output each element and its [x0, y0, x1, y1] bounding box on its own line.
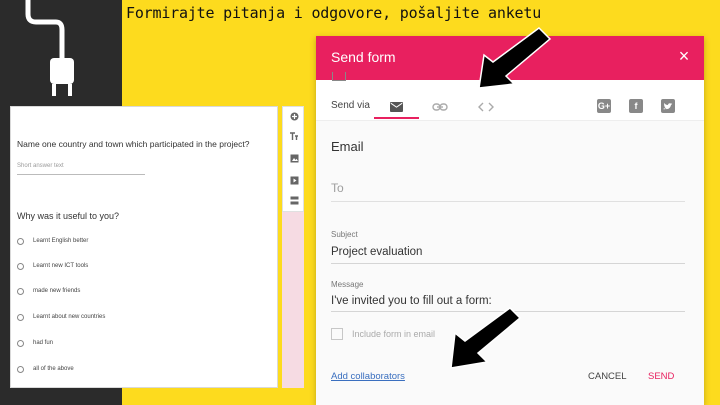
subject-underline — [331, 263, 685, 264]
send-form-dialog: Send form × Send via G+ f Email To Subje… — [316, 36, 704, 405]
option-item[interactable]: Learnt new ICT tools — [17, 260, 88, 272]
subject-label: Subject — [331, 230, 358, 239]
add-image-icon[interactable] — [289, 153, 299, 163]
radio-icon[interactable] — [17, 262, 24, 270]
option-label: Learnt English better — [33, 238, 89, 244]
send-button[interactable]: SEND — [648, 371, 674, 382]
tab-link[interactable] — [420, 94, 460, 120]
tab-embed[interactable] — [466, 94, 506, 120]
option-label: had fun — [33, 340, 54, 346]
email-icon — [389, 102, 403, 112]
link-icon — [432, 103, 448, 111]
message-label: Message — [331, 280, 364, 289]
dialog-header: Send form × — [316, 36, 704, 80]
option-item[interactable]: had fun — [17, 337, 53, 349]
add-question-icon[interactable] — [289, 111, 299, 121]
short-answer-field[interactable]: Short answer text — [17, 163, 145, 175]
add-collaborators-link[interactable]: Add collaborators — [331, 371, 405, 382]
send-via-label: Send via — [331, 100, 370, 111]
to-field[interactable]: To — [331, 181, 344, 195]
radio-icon[interactable] — [17, 237, 24, 245]
send-via-row: Send via G+ f — [316, 84, 704, 121]
radio-icon[interactable] — [17, 313, 24, 321]
add-video-icon[interactable] — [289, 175, 299, 185]
form-question-panel: Name one country and town which particip… — [10, 106, 278, 388]
option-item[interactable]: Learnt about new countries — [17, 311, 105, 323]
form-toolbar — [282, 106, 304, 212]
collect-email-checkbox[interactable] — [332, 72, 346, 81]
message-input[interactable]: I've invited you to fill out a form: — [331, 295, 492, 307]
include-form-label: Include form in email — [352, 329, 436, 339]
option-label: made new friends — [33, 288, 81, 294]
include-form-checkbox[interactable] — [331, 328, 343, 340]
embed-code-icon — [478, 102, 494, 112]
facebook-icon[interactable]: f — [629, 99, 643, 113]
question-1-text: Name one country and town which particip… — [17, 139, 250, 149]
active-tab-indicator — [374, 117, 419, 119]
email-heading: Email — [331, 139, 364, 154]
option-item[interactable]: all of the above — [17, 363, 74, 375]
add-title-icon[interactable] — [289, 131, 299, 141]
question-2-text: Why was it useful to you? — [17, 211, 120, 221]
close-icon[interactable]: × — [674, 46, 694, 66]
dialog-body: Email To Subject Project evaluation Mess… — [316, 121, 704, 405]
radio-icon[interactable] — [17, 287, 24, 295]
cancel-button[interactable]: CANCEL — [588, 371, 627, 382]
option-label: Learnt new ICT tools — [33, 263, 89, 269]
option-label: Learnt about new countries — [33, 314, 106, 320]
google-plus-icon[interactable]: G+ — [597, 99, 611, 113]
slide-title: Formirajte pitanja i odgovore, pošaljite… — [126, 4, 542, 22]
add-section-icon[interactable] — [289, 195, 299, 205]
radio-icon[interactable] — [17, 365, 24, 373]
message-underline — [331, 311, 685, 312]
twitter-icon[interactable] — [661, 99, 675, 113]
subject-input[interactable]: Project evaluation — [331, 246, 422, 258]
option-label: all of the above — [33, 366, 74, 372]
option-item[interactable]: Learnt English better — [17, 235, 88, 247]
option-item[interactable]: made new friends — [17, 285, 80, 297]
form-tools-column — [282, 106, 304, 388]
dialog-title: Send form — [331, 49, 396, 65]
radio-icon[interactable] — [17, 339, 24, 347]
to-field-underline — [331, 201, 685, 202]
